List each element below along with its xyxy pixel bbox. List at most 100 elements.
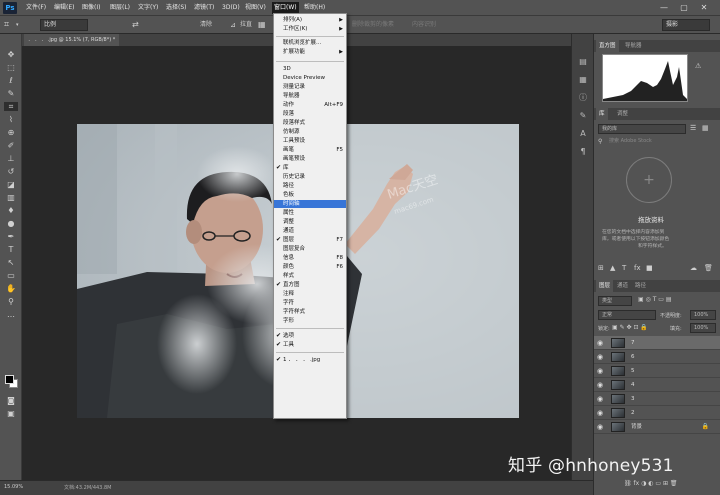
layer-row[interactable]: ◉ 背景 🔒 <box>594 420 720 434</box>
move-tool-icon[interactable]: ✥ <box>4 50 18 59</box>
swap-icon[interactable]: ⇄ <box>132 19 139 31</box>
menu-item-adjustments[interactable]: 调整 <box>274 218 346 226</box>
tab-channels[interactable]: 通道 <box>614 280 631 292</box>
healing-brush-tool-icon[interactable]: ⊕ <box>4 128 18 137</box>
menu-filter[interactable]: 滤镜(T) <box>192 2 216 14</box>
menu-item-character-styles[interactable]: 字符样式 <box>274 308 346 316</box>
menu-item-browse-extensions[interactable]: 联机浏览扩展... <box>274 39 346 47</box>
hand-tool-icon[interactable]: ✋ <box>4 284 18 293</box>
zoom-level[interactable]: 15.09% <box>4 484 23 490</box>
eye-icon[interactable]: ◉ <box>597 381 603 389</box>
add-content-icon[interactable]: ⊞ <box>598 264 604 272</box>
menu-item-color[interactable]: 颜色 F6 <box>274 263 346 271</box>
crop-tool-icon[interactable]: ⌗ <box>4 102 18 111</box>
library-trash-icon[interactable]: 🗑 <box>704 264 713 272</box>
pen-tool-icon[interactable]: ✒ <box>4 232 18 241</box>
menu-item-open-document[interactable]: ✔ 1 ． ． ． .jpg <box>274 356 346 364</box>
delete-cropped-checkbox[interactable]: 删除裁剪的像素 <box>352 19 394 31</box>
character-panel-icon[interactable]: A <box>576 128 590 139</box>
layer-row[interactable]: ◉ 6 <box>594 350 720 364</box>
chevron-down-icon[interactable]: ▾ <box>16 19 19 31</box>
menu-item-character[interactable]: 字符 <box>274 299 346 307</box>
add-graphic-icon[interactable]: ▲ <box>610 264 615 272</box>
menu-item-paths[interactable]: 路径 <box>274 182 346 190</box>
eye-icon[interactable]: ◉ <box>597 367 603 375</box>
menu-view[interactable]: 视图(V) <box>243 2 268 14</box>
menu-item-measurement-log[interactable]: 测量记录 <box>274 83 346 91</box>
info-panel-icon[interactable]: ⓘ <box>576 92 590 103</box>
menu-item-3d[interactable]: 3D <box>274 65 346 73</box>
menu-item-navigator[interactable]: 导航器 <box>274 92 346 100</box>
menu-item-extensions[interactable]: 扩展功能 ▶ <box>274 48 346 56</box>
menu-item-options[interactable]: ✔ 选项 <box>274 332 346 340</box>
menu-item-clone-source[interactable]: 仿制源 <box>274 128 346 136</box>
tab-layers[interactable]: 图层 <box>596 280 614 292</box>
history-panel-icon[interactable]: ▤ <box>576 56 590 67</box>
close-button[interactable]: ✕ <box>698 2 710 14</box>
brush-tool-icon[interactable]: ✐ <box>4 141 18 150</box>
layer-row[interactable]: ◉ 4 <box>594 378 720 392</box>
menu-item-properties[interactable]: 属性 <box>274 209 346 217</box>
menu-3d[interactable]: 3D(D) <box>220 2 242 14</box>
add-text-icon[interactable]: T <box>622 264 626 272</box>
menu-select[interactable]: 选择(S) <box>164 2 189 14</box>
menu-item-glyphs[interactable]: 字形 <box>274 317 346 325</box>
layer-row[interactable]: ◉ 3 <box>594 392 720 406</box>
menu-item-tool-presets[interactable]: 工具预设 <box>274 137 346 145</box>
zoom-tool-icon[interactable]: ⚲ <box>4 297 18 306</box>
document-size[interactable]: 文档:43.2M/443.8M <box>64 484 111 491</box>
menu-item-history[interactable]: 历史记录 <box>274 173 346 181</box>
menu-item-swatches[interactable]: 色板 <box>274 191 346 199</box>
maximize-button[interactable]: ▢ <box>678 2 690 14</box>
layer-row[interactable]: ◉ 2 <box>594 406 720 420</box>
dodge-tool-icon[interactable]: ● <box>4 219 18 228</box>
menu-item-brush[interactable]: 画笔 F5 <box>274 146 346 154</box>
lock-options-icons[interactable]: ▣ ✎ ✥ ⊡ 🔒 <box>612 324 648 331</box>
workspace-select[interactable]: 摄影 <box>662 19 710 31</box>
eye-icon[interactable]: ◉ <box>597 353 603 361</box>
menu-item-styles[interactable]: 样式 <box>274 272 346 280</box>
menu-item-libraries[interactable]: ✔ 库 <box>274 164 346 172</box>
lasso-tool-icon[interactable]: ℓ <box>4 76 18 85</box>
add-layer-style-icon[interactable]: fx <box>634 264 641 272</box>
history-brush-tool-icon[interactable]: ↺ <box>4 167 18 176</box>
menu-image[interactable]: 图像(I) <box>80 2 102 14</box>
grid-view-icon[interactable]: ▦ <box>702 124 709 132</box>
menu-item-layer-comps[interactable]: 图层复合 <box>274 245 346 253</box>
library-select[interactable]: 我的库 <box>598 124 686 134</box>
layer-row[interactable]: ◉ 7 <box>594 336 720 350</box>
menu-item-layers[interactable]: ✔ 图层 F7 <box>274 236 346 244</box>
blend-mode-select[interactable]: 正常 <box>598 310 656 320</box>
tab-adjustments[interactable]: 调整 <box>614 108 631 120</box>
menu-layer[interactable]: 图层(L) <box>108 2 132 14</box>
menu-item-timeline[interactable]: 时间轴 <box>274 200 346 208</box>
menu-item-workspace[interactable]: 工作区(K) ▶ <box>274 25 346 33</box>
layer-filter-icons[interactable]: ▣ ◎ T ▭ ▤ <box>638 296 672 303</box>
layer-row[interactable]: ◉ 5 <box>594 364 720 378</box>
list-view-icon[interactable]: ☰ <box>690 124 696 132</box>
eye-icon[interactable]: ◉ <box>597 339 603 347</box>
menu-item-notes[interactable]: 注释 <box>274 290 346 298</box>
content-aware-checkbox[interactable]: 内容识别 <box>412 19 436 31</box>
type-tool-icon[interactable]: T <box>4 245 18 254</box>
menu-item-histogram[interactable]: ✔ 直方图 <box>274 281 346 289</box>
path-select-tool-icon[interactable]: ↖ <box>4 258 18 267</box>
tab-libraries[interactable]: 库 <box>596 108 608 120</box>
blur-tool-icon[interactable]: ♦ <box>4 206 18 215</box>
tab-paths[interactable]: 路径 <box>632 280 649 292</box>
brush-panel-icon[interactable]: ✎ <box>576 110 590 121</box>
layer-kind-select[interactable]: 类型 <box>598 296 632 306</box>
menu-item-paragraph-styles[interactable]: 段落样式 <box>274 119 346 127</box>
screen-mode-icon[interactable]: ▣ <box>4 409 18 418</box>
eyedropper-tool-icon[interactable]: ⌇ <box>4 115 18 124</box>
menu-item-paragraph[interactable]: 段落 <box>274 110 346 118</box>
menu-item-actions[interactable]: 动作 Alt+F9 <box>274 101 346 109</box>
straighten-icon[interactable]: ⊿ <box>230 19 236 31</box>
more-tools-icon[interactable]: … <box>4 310 18 319</box>
fill-input[interactable]: 100% <box>690 323 716 333</box>
marquee-tool-icon[interactable]: ⬚ <box>4 63 18 72</box>
menu-file[interactable]: 文件(F) <box>24 2 48 14</box>
menu-item-arrange[interactable]: 排列(A) ▶ <box>274 16 346 24</box>
stock-search-input[interactable]: 搜索 Adobe Stock <box>606 137 714 147</box>
menu-item-device-preview[interactable]: Device Preview <box>274 74 346 82</box>
